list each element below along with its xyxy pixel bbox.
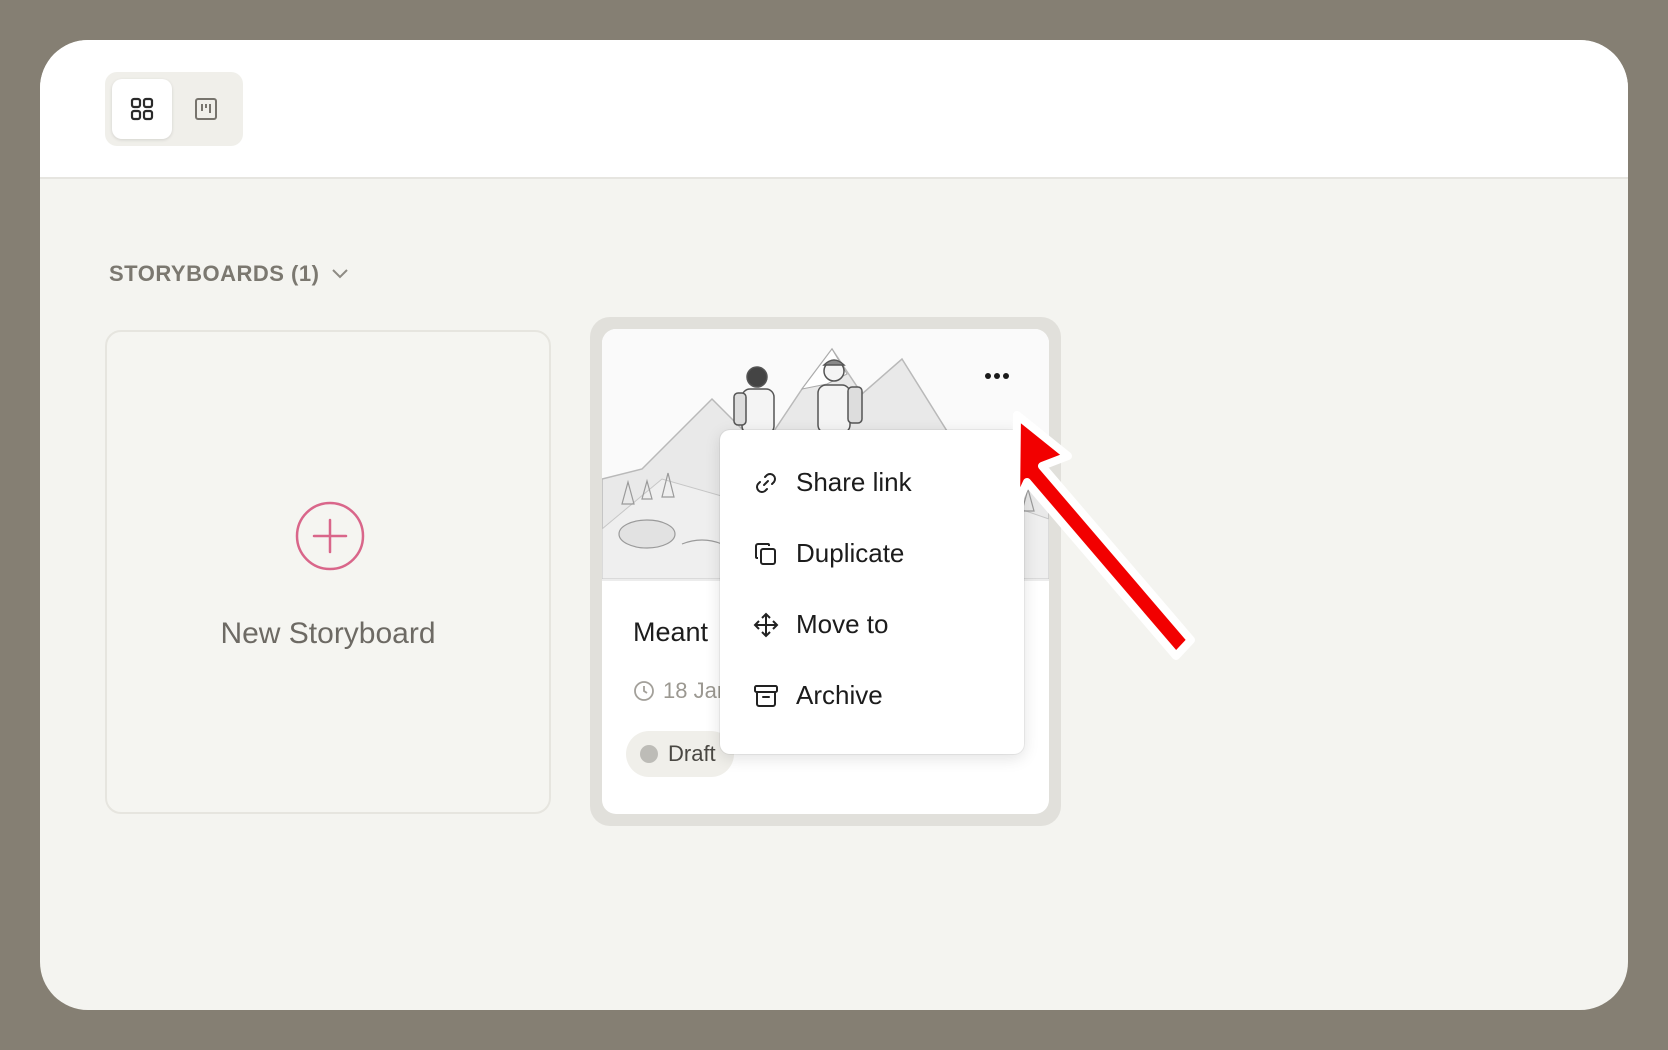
menu-item-move-to[interactable]: Move to bbox=[720, 592, 1024, 656]
view-toggle bbox=[105, 72, 243, 146]
menu-item-duplicate[interactable]: Duplicate bbox=[720, 521, 1024, 585]
new-storyboard-card[interactable]: New Storyboard bbox=[105, 330, 551, 814]
context-menu: Share link Duplicate Move to Archive bbox=[720, 430, 1024, 754]
storyboards-section-header[interactable]: STORYBOARDS (1) bbox=[109, 252, 349, 296]
menu-item-label: Share link bbox=[796, 466, 912, 497]
board-view-button[interactable] bbox=[176, 79, 236, 139]
plus-circle-icon bbox=[295, 501, 365, 571]
menu-item-label: Move to bbox=[796, 608, 889, 639]
more-options-button[interactable] bbox=[972, 359, 1022, 393]
menu-item-archive[interactable]: Archive bbox=[720, 663, 1024, 727]
storyboard-date-text: 18 Jar bbox=[663, 678, 725, 703]
menu-item-label: Duplicate bbox=[796, 537, 905, 568]
new-storyboard-label: New Storyboard bbox=[220, 617, 436, 650]
grid-icon bbox=[130, 97, 154, 121]
storyboard-title: Meant bbox=[633, 617, 709, 647]
section-title: STORYBOARDS (1) bbox=[109, 261, 320, 286]
status-badge: Draft bbox=[626, 731, 734, 777]
ellipsis-icon bbox=[985, 373, 1009, 379]
top-toolbar bbox=[40, 40, 1628, 179]
grid-view-button[interactable] bbox=[112, 79, 172, 139]
status-text: Draft bbox=[668, 741, 716, 766]
chevron-down-icon bbox=[332, 269, 349, 279]
storyboard-date: 18 Jar bbox=[633, 678, 724, 704]
board-icon bbox=[195, 98, 217, 120]
archive-icon bbox=[754, 685, 778, 707]
link-icon bbox=[756, 473, 776, 493]
app-window: STORYBOARDS (1) New Storyboard Meant 18 … bbox=[40, 40, 1628, 1010]
menu-item-share-link[interactable]: Share link bbox=[720, 450, 1024, 514]
clock-icon bbox=[634, 681, 654, 701]
menu-item-label: Archive bbox=[796, 679, 883, 710]
status-dot bbox=[640, 745, 658, 763]
move-icon bbox=[753, 612, 779, 638]
copy-icon bbox=[755, 543, 776, 565]
